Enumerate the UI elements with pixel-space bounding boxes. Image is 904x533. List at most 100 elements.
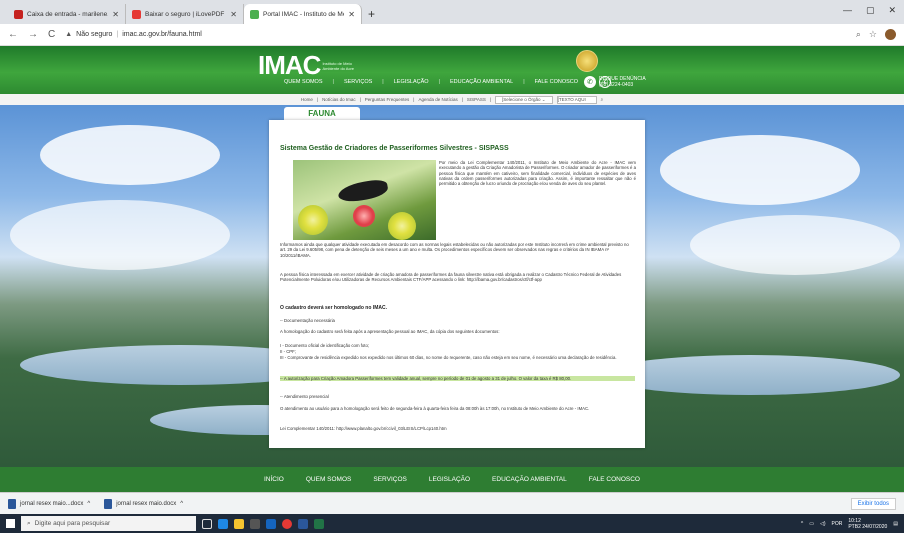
close-window-icon[interactable]: ✕ <box>888 5 896 16</box>
close-icon[interactable]: ✕ <box>230 10 237 19</box>
disque-denuncia[interactable]: ✆ DISQUE DENÚNCIA (68) 3224-0403 <box>584 76 646 88</box>
minimize-icon[interactable]: — <box>843 5 852 16</box>
back-icon[interactable]: ← <box>8 29 18 40</box>
chevron-up-icon[interactable]: ^ <box>87 501 90 507</box>
nav-servicos[interactable]: SERVIÇOS <box>344 79 372 85</box>
new-tab-button[interactable]: + <box>368 7 375 21</box>
browser-tab-active[interactable]: Portal IMAC - Instituto de Meio ✕ <box>244 4 362 24</box>
footer-servicos[interactable]: SERVIÇOS <box>373 474 406 485</box>
phone-icon: ✆ <box>584 76 596 88</box>
word-doc-icon <box>104 498 113 509</box>
disque-phone: (68) 3224-0403 <box>599 82 634 88</box>
star-icon[interactable]: ☆ <box>869 29 877 40</box>
download-item[interactable]: jornal resex maio.docx ^ <box>104 498 183 509</box>
close-icon[interactable]: ✕ <box>112 10 119 19</box>
word-doc-icon <box>8 498 16 509</box>
edge-icon[interactable] <box>218 518 228 529</box>
word-icon[interactable] <box>298 518 308 529</box>
footer-educacao[interactable]: EDUCAÇÃO AMBIENTAL <box>492 474 567 485</box>
tab-title: Baixar o seguro | iLovePDF <box>145 10 225 18</box>
sub-nav: Home | Notícias do Imac | Perguntas Freque… <box>0 94 904 105</box>
cloud <box>690 215 900 275</box>
clock[interactable]: 10:12 PTB2 24/07/2020 <box>848 518 887 530</box>
subnav-agenda[interactable]: Agenda de Notícias <box>418 97 457 102</box>
footer-quem-somos[interactable]: QUEM SOMOS <box>306 474 352 485</box>
cloud <box>10 200 230 270</box>
divider: | <box>413 97 415 102</box>
subnav-perguntas[interactable]: Perguntas Frequentes <box>365 97 410 102</box>
close-icon[interactable]: ✕ <box>348 10 355 19</box>
cloud <box>660 135 860 205</box>
file-explorer-icon[interactable] <box>234 518 244 529</box>
nav-quem-somos[interactable]: QUEM SOMOS <box>284 79 323 85</box>
paragraph-1: Informamos ainda que qualquer atividade … <box>280 242 629 258</box>
browser-tab[interactable]: Caixa de entrada - marilene.h... ✕ <box>8 4 126 24</box>
language-indicator[interactable]: POR <box>832 521 843 527</box>
bird-photo <box>293 160 436 240</box>
flower <box>388 212 416 240</box>
browser-tab[interactable]: Baixar o seguro | iLovePDF ✕ <box>126 4 244 24</box>
network-icon[interactable]: ▭ <box>809 521 814 527</box>
heading-cadastro: O cadastro deverá ser homologado no IMAC… <box>280 305 387 311</box>
taskbar-search[interactable]: ⌕ Digite aqui para pesquisar <box>21 516 196 531</box>
divider: | <box>116 31 119 38</box>
tab-title: Caixa de entrada - marilene.h... <box>27 10 109 18</box>
notifications-icon[interactable]: ▤ <box>893 521 898 527</box>
search-placeholder: Digite aqui para pesquisar <box>34 520 111 527</box>
subnav-home[interactable]: Home <box>301 97 313 102</box>
reload-icon[interactable]: C <box>48 29 55 40</box>
cloud <box>40 125 220 185</box>
security-label: Não seguro <box>76 31 113 38</box>
subnav-noticias[interactable]: Notícias do Imac <box>322 97 356 102</box>
nav-educacao-ambiental[interactable]: EDUCAÇÃO AMBIENTAL <box>450 79 513 85</box>
top-nav: QUEM SOMOS | SERVIÇOS | LEGISLAÇÃO | EDU… <box>284 76 612 88</box>
chevron-up-icon[interactable]: ^ <box>180 501 183 507</box>
site-header: IMAC Instituto de Meio Ambiente do Acre … <box>0 46 904 94</box>
search-icon[interactable]: ⌕ <box>601 97 604 102</box>
browser-tab-bar: Caixa de entrada - marilene.h... ✕ Baixa… <box>0 0 904 24</box>
attend-heading: -- Atendimento presencial <box>280 394 329 399</box>
download-name: jornal resex maio.docx <box>116 500 177 507</box>
search-icon: ⌕ <box>27 519 31 527</box>
maximize-icon[interactable]: ▢ <box>866 5 875 16</box>
footer-nav: INÍCIO QUEM SOMOS SERVIÇOS LEGISLAÇÃO ED… <box>0 467 904 492</box>
divider: | <box>382 79 384 85</box>
windows-taskbar: ⌕ Digite aqui para pesquisar ^ ▭ ◁) POR … <box>0 514 904 533</box>
address-bar: ← → C ▲ Não seguro | imac.ac.gov.br/faun… <box>0 24 904 46</box>
disque-text: DISQUE DENÚNCIA (68) 3224-0403 <box>599 76 646 88</box>
footer-inicio[interactable]: INÍCIO <box>264 474 284 485</box>
store-icon[interactable] <box>250 518 260 529</box>
show-all-button[interactable]: Exibir todos <box>850 497 896 510</box>
subnav-sispass[interactable]: SISPASS <box>467 97 486 102</box>
divider: | <box>438 79 441 85</box>
paragraph-2: A pessoa física interessada em exercer a… <box>280 272 622 283</box>
nav-legislacao[interactable]: LEGISLAÇÃO <box>394 79 429 85</box>
flower <box>353 205 375 227</box>
zoom-icon[interactable]: ⌕ <box>856 29 861 40</box>
chevron-up-icon[interactable]: ^ <box>801 521 803 527</box>
chrome-icon[interactable] <box>282 518 292 529</box>
volume-icon[interactable]: ◁) <box>820 521 826 527</box>
clock-date: PTB2 24/07/2020 <box>848 523 888 530</box>
orgao-select[interactable]: [Selecione o Órgão ⌄ <box>495 95 553 104</box>
search-input[interactable]: [TEXTO AQUI <box>556 95 597 104</box>
law-link[interactable]: Lei Complementar 140/2011: http://www.pl… <box>280 426 635 431</box>
task-view-icon[interactable] <box>202 518 212 529</box>
windows-start-icon[interactable] <box>6 519 15 528</box>
nav-fale-conosco[interactable]: FALE CONOSCO <box>535 79 578 85</box>
profile-avatar[interactable] <box>885 29 896 40</box>
footer-legislacao[interactable]: LEGISLAÇÃO <box>429 474 470 485</box>
footer-fale-conosco[interactable]: FALE CONOSCO <box>589 474 640 485</box>
address-actions: ⌕ ☆ <box>856 29 896 40</box>
doc-item: II - CPF; <box>280 349 296 354</box>
ilovepdf-icon <box>132 9 141 19</box>
acre-emblem-icon <box>576 50 598 72</box>
mail-icon[interactable] <box>266 518 276 529</box>
flower <box>298 205 328 235</box>
divider: | <box>489 97 492 102</box>
docs-heading: -- Documentação necessária <box>280 318 335 323</box>
excel-icon[interactable] <box>314 518 324 529</box>
url-field[interactable]: ▲ Não seguro | imac.ac.gov.br/fauna.html <box>65 31 846 38</box>
download-item[interactable]: jornal resex maio...docx ^ <box>8 498 90 509</box>
forward-icon[interactable]: → <box>28 29 38 40</box>
